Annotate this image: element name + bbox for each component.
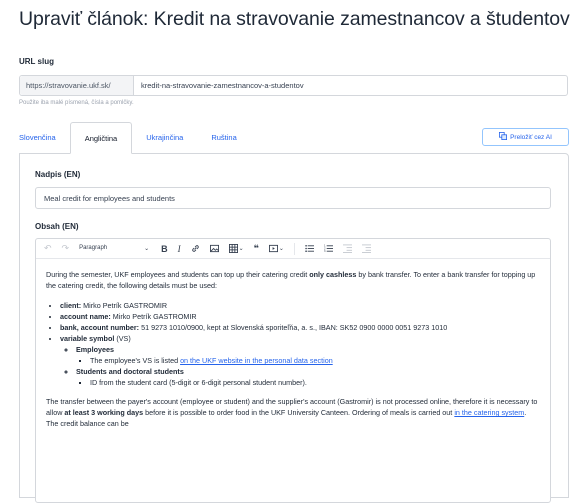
translate-ai-label: Preložiť cez AI (510, 133, 552, 141)
undo-icon[interactable]: ↶ (44, 243, 52, 254)
translate-icon (499, 132, 508, 142)
image-icon[interactable] (209, 244, 219, 253)
tab-rustina[interactable]: Ruština (197, 122, 250, 154)
intro-bold: only cashless (309, 270, 357, 279)
employees-label: Employees (76, 345, 114, 354)
title-label: Nadpis (EN) (35, 170, 81, 179)
content-label: Obsah (EN) (35, 222, 79, 231)
slug-input[interactable] (134, 76, 567, 95)
list-item: Employees The employee's VS is listed on… (76, 344, 540, 366)
list-item: account name: Mirko Petrík GASTROMIR (60, 311, 540, 322)
account-name-value: Mirko Petrík GASTROMIR (110, 312, 197, 321)
tab-ukrajincina[interactable]: Ukrajinčina (132, 122, 197, 154)
list-item: The employee's VS is listed on the UKF w… (90, 355, 540, 366)
employees-text: The employee's VS is listed (90, 356, 181, 365)
slug-field-group: https://stravovanie.ukf.sk/ (19, 75, 568, 96)
redo-icon[interactable]: ↷ (62, 243, 70, 254)
catering-system-link[interactable]: in the catering system (454, 408, 524, 417)
vs-sublist: Employees The employee's VS is listed on… (60, 344, 540, 388)
italic-icon[interactable]: I (178, 244, 181, 254)
bank-label: bank, account number: (60, 323, 140, 332)
transfer-text-2: before it is possible to order food in t… (143, 408, 455, 417)
page-title: Upraviť článok: Kredit na stravovanie za… (19, 8, 570, 30)
list-item: bank, account number: 51 9273 1010/0900,… (60, 322, 540, 333)
link-icon[interactable] (191, 244, 200, 253)
tab-anglictina[interactable]: Angličtina (69, 122, 133, 154)
svg-text:3: 3 (324, 249, 326, 253)
employees-link[interactable]: on the UKF website in the personal data … (180, 356, 333, 365)
account-name-label: account name: (60, 312, 111, 321)
slug-label: URL slug (19, 57, 54, 66)
vs-value: (VS) (114, 334, 131, 343)
slug-prefix: https://stravovanie.ukf.sk/ (20, 76, 134, 95)
client-value: Mirko Petrík GASTROMIR (81, 301, 168, 310)
toolbar-divider (293, 242, 295, 255)
slug-help-text: Použite iba malé písmená, čísla a pomlčk… (19, 100, 134, 106)
bank-value: 51 9273 1010/0900, kept at Slovenská spo… (139, 323, 448, 332)
media-icon[interactable]: ⌄ (268, 244, 284, 253)
tab-slovencina[interactable]: Slovenčina (19, 122, 70, 154)
employees-sublist: The employee's VS is listed on the UKF w… (76, 355, 540, 366)
intro-paragraph: During the semester, UKF employees and s… (46, 269, 540, 291)
client-label: client: (60, 301, 82, 310)
list-item: Students and doctoral students ID from t… (76, 366, 540, 388)
students-sublist: ID from the student card (5-digit or 6-d… (76, 377, 540, 388)
indent-icon[interactable] (361, 244, 371, 253)
rich-text-editor[interactable]: ↶ ↷ Paragraph ⌄ B I ⌄ ❝ ⌄ 123 During the… (35, 238, 551, 503)
numbered-list-icon[interactable]: 123 (324, 244, 333, 253)
quote-icon[interactable]: ❝ (254, 243, 259, 254)
table-icon[interactable]: ⌄ (228, 244, 244, 253)
students-label: Students and doctoral students (76, 367, 184, 376)
editor-toolbar: ↶ ↷ Paragraph ⌄ B I ⌄ ❝ ⌄ 123 (36, 239, 550, 259)
payment-details-list: client: Mirko Petrík GASTROMIR account n… (46, 300, 540, 388)
list-item: client: Mirko Petrík GASTROMIR (60, 300, 540, 311)
transfer-bold: at least 3 working days (64, 408, 144, 417)
bold-icon[interactable]: B (161, 244, 168, 254)
vs-label: variable symbol (60, 334, 115, 343)
paragraph-select-value: Paragraph (79, 245, 108, 251)
list-item: variable symbol (VS) Employees The emplo… (60, 333, 540, 388)
transfer-paragraph: The transfer between the payer's account… (46, 396, 540, 429)
chevron-down-icon: ⌄ (144, 246, 150, 252)
editor-content[interactable]: During the semester, UKF employees and s… (46, 269, 540, 438)
students-text: ID from the student card (5-digit or 6-d… (90, 378, 307, 387)
intro-text: During the semester, UKF employees and s… (46, 270, 310, 279)
outdent-icon[interactable] (342, 244, 352, 253)
title-input[interactable] (35, 187, 551, 209)
translate-ai-button[interactable]: Preložiť cez AI (482, 128, 569, 146)
paragraph-select[interactable]: Paragraph ⌄ (79, 245, 149, 252)
list-item: ID from the student card (5-digit or 6-d… (90, 377, 540, 388)
bulleted-list-icon[interactable] (305, 244, 314, 253)
